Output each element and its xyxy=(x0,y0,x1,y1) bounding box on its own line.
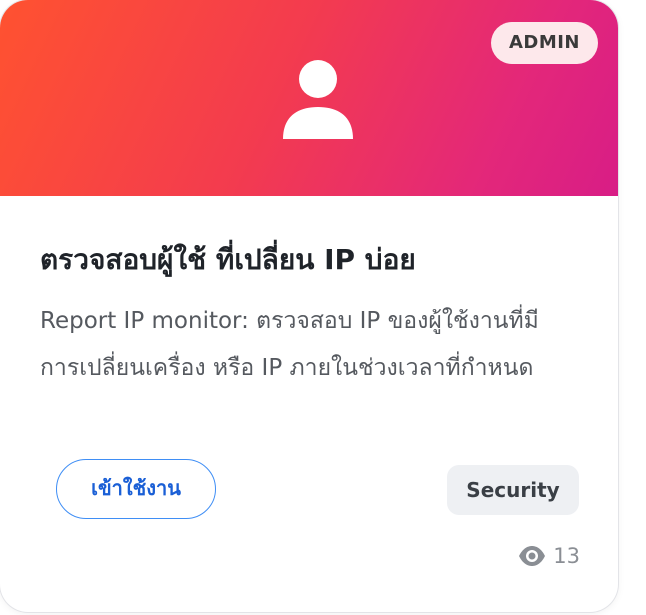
view-count-value: 13 xyxy=(553,544,580,568)
role-badge: ADMIN xyxy=(490,22,598,64)
card-title: ตรวจสอบผู้ใช้ ที่เปลี่ยน IP บ่อย xyxy=(40,243,416,276)
user-icon xyxy=(283,60,353,139)
category-tag: Security xyxy=(447,465,579,515)
app-card: ADMIN ตรวจสอบผู้ใช้ ที่เปลี่ยน IP บ่อย R… xyxy=(0,0,618,612)
card-description: Report IP monitor: ตรวจสอบ IP ของผู้ใช้ง… xyxy=(40,308,539,381)
card-header-banner: ADMIN xyxy=(0,0,618,196)
view-count: 13 xyxy=(518,540,580,572)
eye-icon xyxy=(519,546,546,566)
use-button[interactable]: เข้าใช้งาน xyxy=(56,459,216,519)
